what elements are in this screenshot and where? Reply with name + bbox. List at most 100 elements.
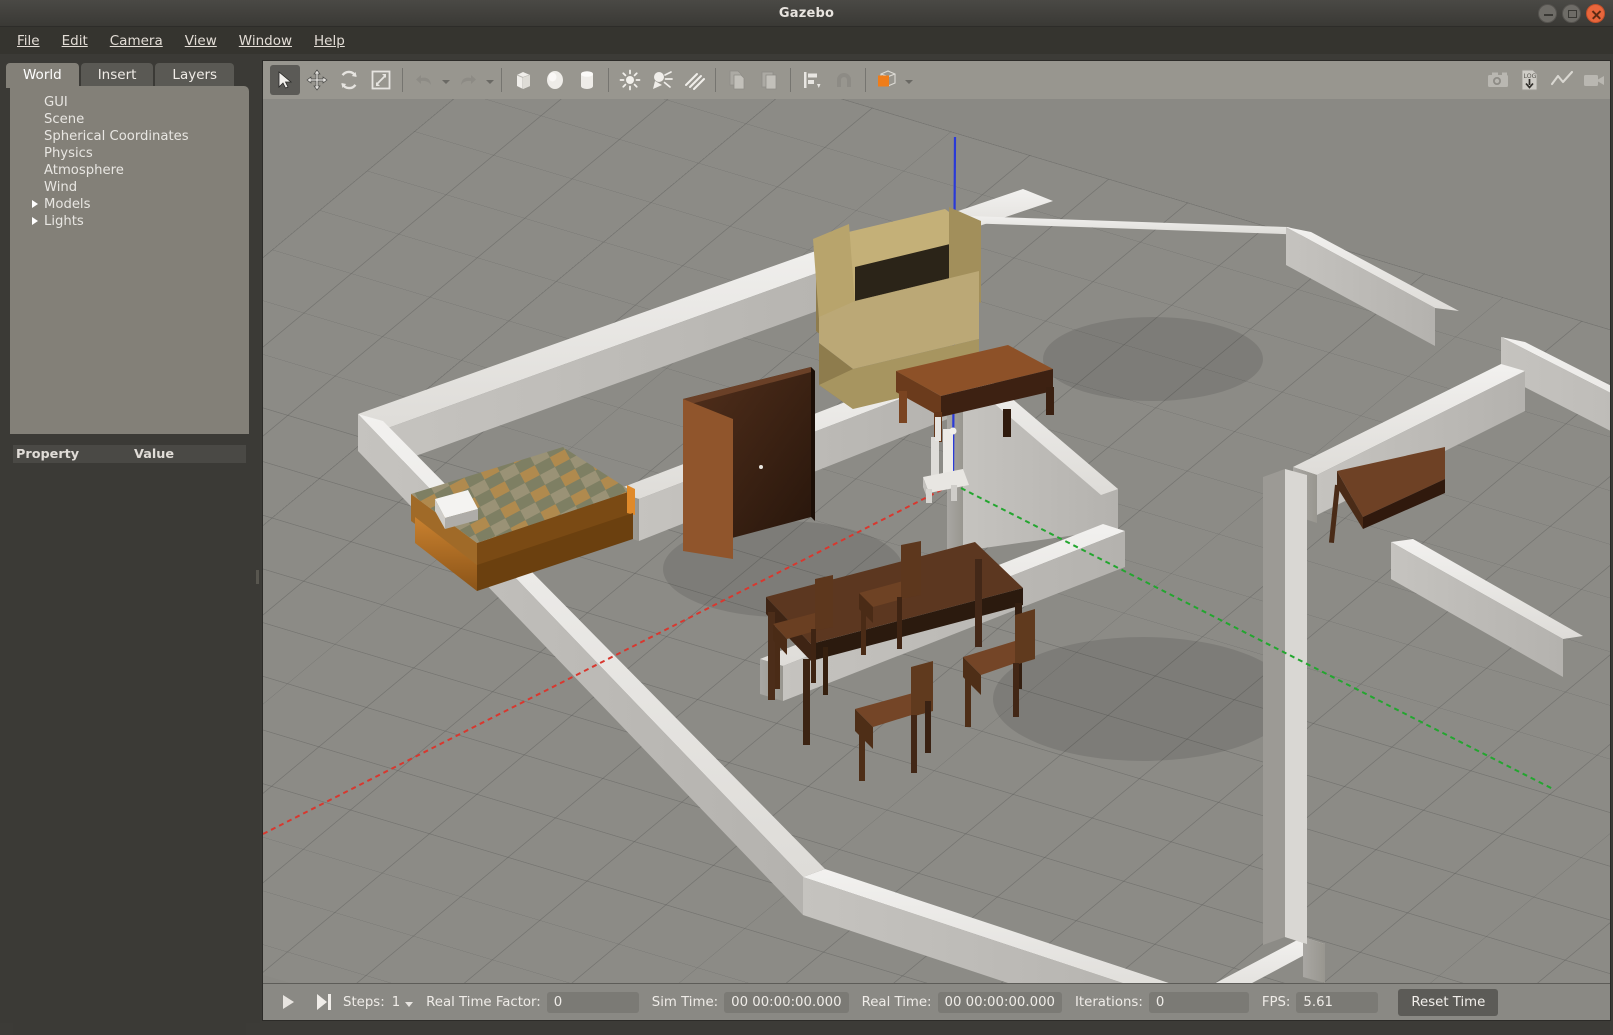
- tree-item-label: Scene: [44, 112, 84, 127]
- window-title: Gazebo: [0, 0, 1613, 27]
- redo-history-dropdown[interactable]: [484, 65, 496, 95]
- steps-dropdown-icon[interactable]: [405, 1002, 413, 1007]
- tab-insert[interactable]: Insert: [81, 63, 154, 88]
- insert-directional-light-button[interactable]: [679, 65, 709, 95]
- redo-arrow-icon: [457, 69, 479, 91]
- tree-item-physics[interactable]: Physics: [10, 145, 249, 162]
- chevron-down-icon: [905, 80, 913, 84]
- insert-cylinder-button[interactable]: [572, 65, 602, 95]
- toolbar-separator: [865, 68, 866, 92]
- property-table-body: [13, 463, 246, 1035]
- menu-camera[interactable]: Camera: [99, 30, 174, 52]
- cursor-arrow-icon: [275, 70, 295, 90]
- tree-item-spherical-coordinates[interactable]: Spherical Coordinates: [10, 128, 249, 145]
- video-camera-icon: [1582, 68, 1606, 92]
- sim-time-value: 00 00:00:00.000: [724, 992, 848, 1013]
- render-area: LOG: [262, 60, 1611, 1021]
- menu-bar: File Edit Camera View Window Help: [0, 27, 1613, 54]
- menu-file[interactable]: File: [6, 30, 51, 52]
- menu-edit[interactable]: Edit: [51, 30, 99, 52]
- svg-text:LOG: LOG: [1524, 73, 1537, 80]
- log-record-button[interactable]: LOG: [1515, 65, 1545, 95]
- toolbar-separator: [608, 68, 609, 92]
- tree-item-scene[interactable]: Scene: [10, 111, 249, 128]
- scene-geometry: [263, 99, 1610, 983]
- view-mode-button[interactable]: [872, 65, 902, 95]
- tree-item-label: Spherical Coordinates: [44, 129, 189, 144]
- select-mode-button[interactable]: [270, 65, 300, 95]
- spot-light-icon: [651, 69, 673, 91]
- insert-point-light-button[interactable]: [615, 65, 645, 95]
- dining-chair: [855, 661, 933, 781]
- chevron-down-icon: [442, 80, 450, 84]
- translate-mode-button[interactable]: [302, 65, 332, 95]
- play-icon: [283, 995, 294, 1009]
- expand-triangle-icon[interactable]: [32, 200, 38, 208]
- left-panel: World Insert Layers GUI Scene Spherical …: [0, 54, 260, 1023]
- menu-window[interactable]: Window: [228, 30, 303, 52]
- screenshot-button[interactable]: [1483, 65, 1513, 95]
- redo-button[interactable]: [453, 65, 483, 95]
- expand-triangle-icon[interactable]: [32, 217, 38, 225]
- tree-item-label: Lights: [44, 214, 84, 229]
- undo-history-dropdown[interactable]: [440, 65, 452, 95]
- chevron-down-icon: [486, 80, 494, 84]
- align-icon: [801, 69, 823, 91]
- tree-item-lights[interactable]: Lights: [10, 213, 249, 230]
- panel-splitter-handle[interactable]: [118, 439, 144, 444]
- snap-button[interactable]: [829, 65, 859, 95]
- iterations-label: Iterations:: [1075, 995, 1143, 1010]
- menu-view[interactable]: View: [174, 30, 228, 52]
- real-time-value: 00 00:00:00.000: [938, 992, 1062, 1013]
- line-chart-icon: [1550, 68, 1574, 92]
- scene-toolbar: LOG: [263, 61, 1610, 99]
- tree-item-atmosphere[interactable]: Atmosphere: [10, 162, 249, 179]
- 3d-viewport[interactable]: [263, 99, 1610, 983]
- insert-spot-light-button[interactable]: [647, 65, 677, 95]
- column-header-value: Value: [134, 447, 174, 462]
- tab-world[interactable]: World: [6, 63, 79, 88]
- scale-mode-button[interactable]: [366, 65, 396, 95]
- minimize-button[interactable]: [1538, 4, 1557, 23]
- toolbar-separator: [715, 68, 716, 92]
- video-record-button[interactable]: [1579, 65, 1609, 95]
- copy-button[interactable]: [722, 65, 752, 95]
- window-title-bar: Gazebo: [0, 0, 1613, 27]
- steps-value[interactable]: 1: [392, 995, 400, 1010]
- real-time-label: Real Time:: [862, 995, 932, 1010]
- panel-divider[interactable]: [255, 54, 260, 1023]
- copy-icon: [726, 69, 748, 91]
- plot-button[interactable]: [1547, 65, 1577, 95]
- paste-icon: [758, 69, 780, 91]
- camera-icon: [1486, 68, 1510, 92]
- menu-edit-label: Edit: [62, 33, 88, 49]
- close-button[interactable]: [1586, 4, 1605, 23]
- tree-item-wind[interactable]: Wind: [10, 179, 249, 196]
- move-arrows-icon: [306, 69, 328, 91]
- toolbar-separator: [501, 68, 502, 92]
- paste-button[interactable]: [754, 65, 784, 95]
- fps-label: FPS:: [1262, 995, 1291, 1010]
- property-table-header: Property Value: [13, 445, 246, 463]
- tab-layers[interactable]: Layers: [155, 63, 234, 88]
- play-button[interactable]: [275, 989, 301, 1015]
- menu-file-label: File: [17, 33, 40, 49]
- step-forward-button[interactable]: [311, 989, 337, 1015]
- menu-help[interactable]: Help: [303, 30, 356, 52]
- view-mode-dropdown[interactable]: [903, 65, 915, 95]
- undo-button[interactable]: [409, 65, 439, 95]
- insert-sphere-button[interactable]: [540, 65, 570, 95]
- bed-model: [411, 447, 635, 591]
- maximize-button[interactable]: [1562, 4, 1581, 23]
- rotate-icon: [338, 69, 360, 91]
- tree-item-gui[interactable]: GUI: [10, 94, 249, 111]
- align-button[interactable]: [797, 65, 827, 95]
- rotate-mode-button[interactable]: [334, 65, 364, 95]
- scale-icon: [370, 69, 392, 91]
- insert-box-button[interactable]: [508, 65, 538, 95]
- tree-item-models[interactable]: Models: [10, 196, 249, 213]
- world-tree: GUI Scene Spherical Coordinates Physics …: [10, 86, 249, 434]
- tree-item-label: Wind: [44, 180, 77, 195]
- reset-time-button[interactable]: Reset Time: [1398, 989, 1498, 1016]
- toolbar-separator: [402, 68, 403, 92]
